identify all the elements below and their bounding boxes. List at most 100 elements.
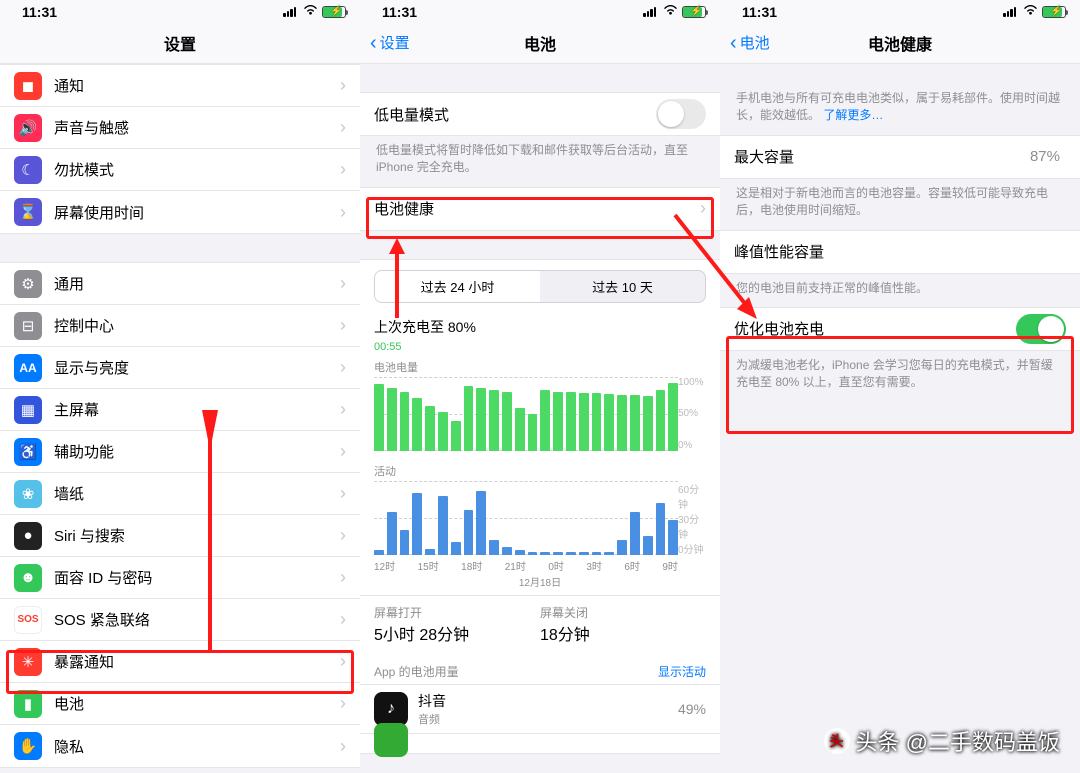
screen-on-stat: 屏幕打开 5小时 28分钟 bbox=[374, 604, 540, 645]
low-power-note: 低电量模式将暂时降低如下载和邮件获取等后台活动，直至 iPhone 完全充电。 bbox=[360, 136, 720, 187]
settings-row[interactable]: AA显示与亮度› bbox=[0, 347, 360, 389]
settings-row[interactable]: ❀墙纸› bbox=[0, 473, 360, 515]
back-button[interactable]: ‹电池 bbox=[730, 32, 770, 53]
chart-bar bbox=[566, 552, 576, 554]
chart-bar bbox=[438, 412, 448, 450]
row-label: 面容 ID 与密码 bbox=[54, 567, 340, 588]
settings-row[interactable]: ☻面容 ID 与密码› bbox=[0, 557, 360, 599]
chevron-right-icon: › bbox=[340, 399, 346, 420]
settings-row[interactable]: 🔊声音与触感› bbox=[0, 107, 360, 149]
row-label: 屏幕使用时间 bbox=[54, 202, 340, 223]
chevron-left-icon: ‹ bbox=[730, 33, 737, 53]
chevron-left-icon: ‹ bbox=[370, 33, 377, 53]
apps-header: App 的电池用量 bbox=[374, 663, 459, 680]
settings-row[interactable]: ☾勿扰模式› bbox=[0, 149, 360, 191]
signal-icon bbox=[283, 7, 299, 17]
settings-row[interactable]: ●Siri 与搜索› bbox=[0, 515, 360, 557]
settings-row[interactable]: ♿辅助功能› bbox=[0, 431, 360, 473]
page-title: 电池 bbox=[524, 31, 556, 55]
settings-row[interactable]: ✳暴露通知› bbox=[0, 641, 360, 683]
activity-label: 活动 bbox=[360, 463, 720, 481]
chevron-right-icon: › bbox=[340, 273, 346, 294]
chart-bar bbox=[489, 390, 499, 451]
chevron-right-icon: › bbox=[340, 483, 346, 504]
battery-health-row[interactable]: 电池健康 › bbox=[360, 188, 720, 230]
chevron-right-icon: › bbox=[340, 693, 346, 714]
back-button[interactable]: ‹设置 bbox=[370, 32, 410, 53]
chart-bar bbox=[668, 383, 678, 451]
chart-bar bbox=[540, 552, 550, 554]
row-icon: ▦ bbox=[14, 396, 42, 424]
chart-bar bbox=[387, 512, 397, 555]
settings-row[interactable]: ◼︎通知› bbox=[0, 65, 360, 107]
status-bar: 11:31 ⚡ bbox=[360, 0, 720, 22]
chart-bar bbox=[476, 388, 486, 451]
battery-icon: ⚡ bbox=[322, 6, 346, 18]
chart-bar bbox=[579, 552, 589, 554]
row-icon: SOS bbox=[14, 606, 42, 634]
chevron-right-icon: › bbox=[340, 117, 346, 138]
row-label: 主屏幕 bbox=[54, 399, 340, 420]
settings-row[interactable]: ⌛屏幕使用时间› bbox=[0, 191, 360, 233]
wifi-icon bbox=[303, 5, 318, 19]
chevron-right-icon: › bbox=[340, 651, 346, 672]
chart-bar bbox=[592, 552, 602, 554]
low-power-mode-row[interactable]: 低电量模式 bbox=[360, 93, 720, 135]
settings-row[interactable]: ⊟控制中心› bbox=[0, 305, 360, 347]
learn-more-link[interactable]: 了解更多… bbox=[823, 108, 883, 122]
max-capacity-note: 这是相对于新电池而言的电池容量。容量较低可能导致充电后，电池使用时间缩短。 bbox=[720, 179, 1080, 230]
chevron-right-icon: › bbox=[700, 198, 706, 219]
row-icon: ◼︎ bbox=[14, 72, 42, 100]
chart-bar bbox=[553, 392, 563, 451]
row-label: Siri 与搜索 bbox=[54, 525, 340, 546]
chart-bar bbox=[553, 552, 563, 554]
screen-battery: 11:31 ⚡ ‹设置 电池 低电量模式 低电量模式将暂时降低如下载和邮件获取等… bbox=[360, 0, 720, 773]
settings-row[interactable]: ✋隐私› bbox=[0, 725, 360, 767]
row-label: 通知 bbox=[54, 75, 340, 96]
app-row-next[interactable] bbox=[360, 733, 720, 747]
chart-bar bbox=[668, 520, 678, 555]
chart-bar bbox=[656, 390, 666, 451]
chart-bar bbox=[425, 549, 435, 555]
chart-bar bbox=[617, 540, 627, 555]
chart-bar bbox=[643, 396, 653, 451]
row-icon: ✳ bbox=[14, 648, 42, 676]
signal-icon bbox=[643, 7, 659, 17]
chart-bar bbox=[374, 384, 384, 451]
last-charge-time: 00:55 bbox=[360, 341, 720, 359]
optimized-charging-row[interactable]: 优化电池充电 bbox=[720, 308, 1080, 350]
app-row-douyin[interactable]: ♪ 抖音 音频 49% bbox=[360, 684, 720, 733]
chart-bar bbox=[579, 393, 589, 451]
chart-bar bbox=[464, 510, 474, 554]
chart-bar bbox=[643, 536, 653, 555]
row-icon: AA bbox=[14, 354, 42, 382]
chevron-right-icon: › bbox=[340, 609, 346, 630]
chart-bar bbox=[400, 530, 410, 555]
show-activity-link[interactable]: 显示活动 bbox=[658, 663, 706, 680]
chart-bar bbox=[515, 408, 525, 451]
chart-bar bbox=[528, 414, 538, 451]
row-label: 通用 bbox=[54, 273, 340, 294]
seg-10d[interactable]: 过去 10 天 bbox=[540, 271, 705, 302]
page-title: 设置 bbox=[164, 31, 196, 55]
chart-bar bbox=[540, 390, 550, 451]
chart-bar bbox=[374, 550, 384, 555]
settings-row[interactable]: ▮电池› bbox=[0, 683, 360, 725]
signal-icon bbox=[1003, 7, 1019, 17]
row-icon: 🔊 bbox=[14, 114, 42, 142]
seg-24h[interactable]: 过去 24 小时 bbox=[375, 271, 540, 302]
chevron-right-icon: › bbox=[340, 567, 346, 588]
settings-row[interactable]: ⚙通用› bbox=[0, 263, 360, 305]
battery-icon: ⚡ bbox=[1042, 6, 1066, 18]
page-title: 电池健康 bbox=[868, 31, 932, 55]
chevron-right-icon: › bbox=[340, 315, 346, 336]
battery-icon: ⚡ bbox=[682, 6, 706, 18]
settings-row[interactable]: ▦ 主屏幕› bbox=[0, 389, 360, 431]
status-bar: 11:31 ⚡ bbox=[0, 0, 360, 22]
optimized-charging-toggle[interactable] bbox=[1016, 314, 1066, 344]
time-range-segment[interactable]: 过去 24 小时 过去 10 天 bbox=[374, 270, 706, 303]
nav-bar: 设置 bbox=[0, 22, 360, 64]
peak-performance-row: 峰值性能容量 bbox=[720, 231, 1080, 273]
low-power-toggle[interactable] bbox=[656, 99, 706, 129]
settings-row[interactable]: SOSSOS 紧急联络› bbox=[0, 599, 360, 641]
